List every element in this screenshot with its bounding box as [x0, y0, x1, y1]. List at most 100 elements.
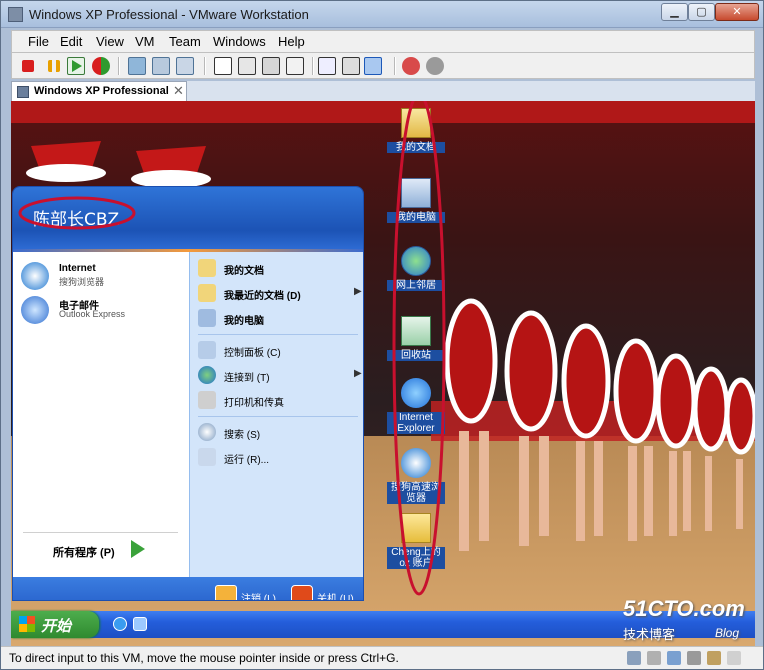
- menu-item-label: 我的电脑: [224, 316, 264, 327]
- separator: [198, 416, 358, 417]
- status-text: To direct input to this VM, move the mou…: [9, 651, 399, 665]
- search-icon: [198, 423, 216, 441]
- minimize-button[interactable]: ▁: [661, 3, 688, 21]
- tab-windows-xp[interactable]: Windows XP Professional ✕: [11, 81, 187, 101]
- start-menu-footer: 注销 (L) 关机 (U): [13, 577, 363, 601]
- reset-icon[interactable]: [92, 57, 110, 75]
- vmware-app-icon: [8, 7, 23, 22]
- toolbar-separator: [118, 57, 120, 75]
- toolbar-separator: [394, 57, 396, 75]
- menu-windows[interactable]: Windows: [213, 34, 266, 49]
- separator: [23, 532, 178, 533]
- quick-switch-icon[interactable]: [238, 57, 256, 75]
- start-button[interactable]: 开始: [11, 611, 99, 638]
- status-bar: To direct input to this VM, move the mou…: [1, 646, 763, 669]
- menu-connect-to[interactable]: 连接到 (T) ▶: [198, 365, 363, 387]
- menu-item-label: 连接到 (T): [224, 373, 270, 384]
- menu-item-label: 控制面板 (C): [224, 348, 281, 359]
- thumbnail-view-icon[interactable]: [342, 57, 360, 75]
- logoff-button[interactable]: 注销 (L): [215, 585, 285, 600]
- start-menu-header: 陈部长CBZ: [13, 187, 363, 249]
- message-log-icon[interactable]: [727, 651, 741, 665]
- menu-edit[interactable]: Edit: [60, 34, 82, 49]
- my-documents-icon: [198, 259, 216, 277]
- snapshot-manager-icon[interactable]: [176, 57, 194, 75]
- tab-bar: Windows XP Professional ✕: [11, 81, 755, 101]
- unity-icon[interactable]: [286, 57, 304, 75]
- start-menu: 陈部长CBZ Internet 搜狗浏览器 电子邮件 Outlook Expre…: [12, 186, 364, 601]
- show-sidebar-icon[interactable]: [214, 57, 232, 75]
- pinned-email[interactable]: 电子邮件 Outlook Express: [19, 294, 184, 326]
- globe-icon: [198, 366, 216, 384]
- sogou-browser-icon: [21, 262, 49, 290]
- submenu-arrow-icon: ▶: [354, 286, 362, 297]
- menu-my-computer[interactable]: 我的电脑: [198, 308, 363, 330]
- control-panel-icon: [198, 341, 216, 359]
- toolbar: [11, 52, 755, 79]
- cd-rom-icon[interactable]: [647, 651, 661, 665]
- pinned-title: Internet: [59, 263, 96, 274]
- menu-file[interactable]: File: [28, 34, 49, 49]
- menu-run[interactable]: 运行 (R)...: [198, 447, 363, 469]
- separator: [198, 334, 358, 335]
- toolbar-separator: [204, 57, 206, 75]
- power-on-button[interactable]: [67, 57, 85, 75]
- summary-view-icon[interactable]: [364, 57, 382, 75]
- menu-vm[interactable]: VM: [135, 34, 155, 49]
- annotation-oval-icons: [392, 101, 446, 596]
- shutdown-label: 关机 (U): [317, 594, 354, 601]
- snapshot-icon[interactable]: [128, 57, 146, 75]
- folder-icon: [198, 284, 216, 302]
- sound-icon[interactable]: [707, 651, 721, 665]
- key-icon: [215, 585, 237, 600]
- vm-console[interactable]: 我的文档 我的电脑 网上邻居 回收站 Internet Explorer 搜狗高…: [11, 101, 755, 646]
- toolbar-separator: [312, 57, 314, 75]
- close-button[interactable]: ✕: [715, 3, 759, 21]
- full-screen-icon[interactable]: [262, 57, 280, 75]
- record-icon[interactable]: [402, 57, 420, 75]
- menu-view[interactable]: View: [96, 34, 124, 49]
- menu-item-label: 运行 (R)...: [224, 455, 269, 466]
- watermark-subtitle: 技术博客: [623, 627, 676, 642]
- all-programs-button[interactable]: 所有程序 (P): [53, 544, 115, 560]
- shutdown-button[interactable]: 关机 (U): [291, 585, 361, 601]
- menu-item-label: 打印机和传真: [224, 398, 284, 409]
- tab-label: Windows XP Professional: [34, 85, 169, 97]
- start-label: 开始: [41, 618, 72, 635]
- usb-icon[interactable]: [687, 651, 701, 665]
- hard-disk-icon[interactable]: [627, 651, 641, 665]
- start-menu-places: 我的文档 我最近的文档 (D) ▶ 我的电脑 控制面板 (C) 连接到 (T) …: [189, 252, 363, 577]
- console-view-icon[interactable]: [318, 57, 336, 75]
- menu-search[interactable]: 搜索 (S): [198, 422, 363, 444]
- menu-team[interactable]: Team: [169, 34, 201, 49]
- printer-icon: [198, 391, 216, 409]
- quick-launch-desktop-icon[interactable]: [133, 617, 147, 631]
- menu-my-documents[interactable]: 我的文档: [198, 258, 363, 280]
- pinned-subtitle: Outlook Express: [59, 309, 126, 319]
- pinned-internet[interactable]: Internet 搜狗浏览器: [19, 260, 184, 292]
- watermark: 51CTO.com 技术博客 Blog: [623, 596, 753, 646]
- menu-recent-documents[interactable]: 我最近的文档 (D) ▶: [198, 283, 363, 305]
- vm-tab-icon: [17, 86, 29, 98]
- maximize-button[interactable]: ▢: [688, 3, 715, 21]
- revert-snapshot-icon[interactable]: [152, 57, 170, 75]
- run-icon: [198, 448, 216, 466]
- vmware-window: Windows XP Professional - VMware Worksta…: [0, 0, 764, 670]
- start-menu-pinned: Internet 搜狗浏览器 电子邮件 Outlook Express 所有程序…: [13, 252, 189, 577]
- menu-printers-fax[interactable]: 打印机和传真: [198, 390, 363, 412]
- suspend-icon[interactable]: [48, 60, 60, 72]
- title-bar: Windows XP Professional - VMware Worksta…: [1, 1, 763, 28]
- power-off-icon[interactable]: [22, 60, 34, 72]
- menu-bar: File Edit View VM Team Windows Help: [11, 30, 755, 52]
- replay-icon[interactable]: [426, 57, 444, 75]
- power-icon: [291, 585, 313, 600]
- watermark-site: 51CTO.com: [623, 596, 745, 621]
- menu-control-panel[interactable]: 控制面板 (C): [198, 340, 363, 362]
- green-arrow-icon: [131, 540, 145, 558]
- outlook-express-icon: [21, 296, 49, 324]
- menu-item-label: 搜索 (S): [224, 430, 261, 441]
- menu-help[interactable]: Help: [278, 34, 305, 49]
- quick-launch-ie-icon[interactable]: [113, 617, 127, 631]
- network-adapter-icon[interactable]: [667, 651, 681, 665]
- tab-close-icon[interactable]: ✕: [173, 83, 184, 99]
